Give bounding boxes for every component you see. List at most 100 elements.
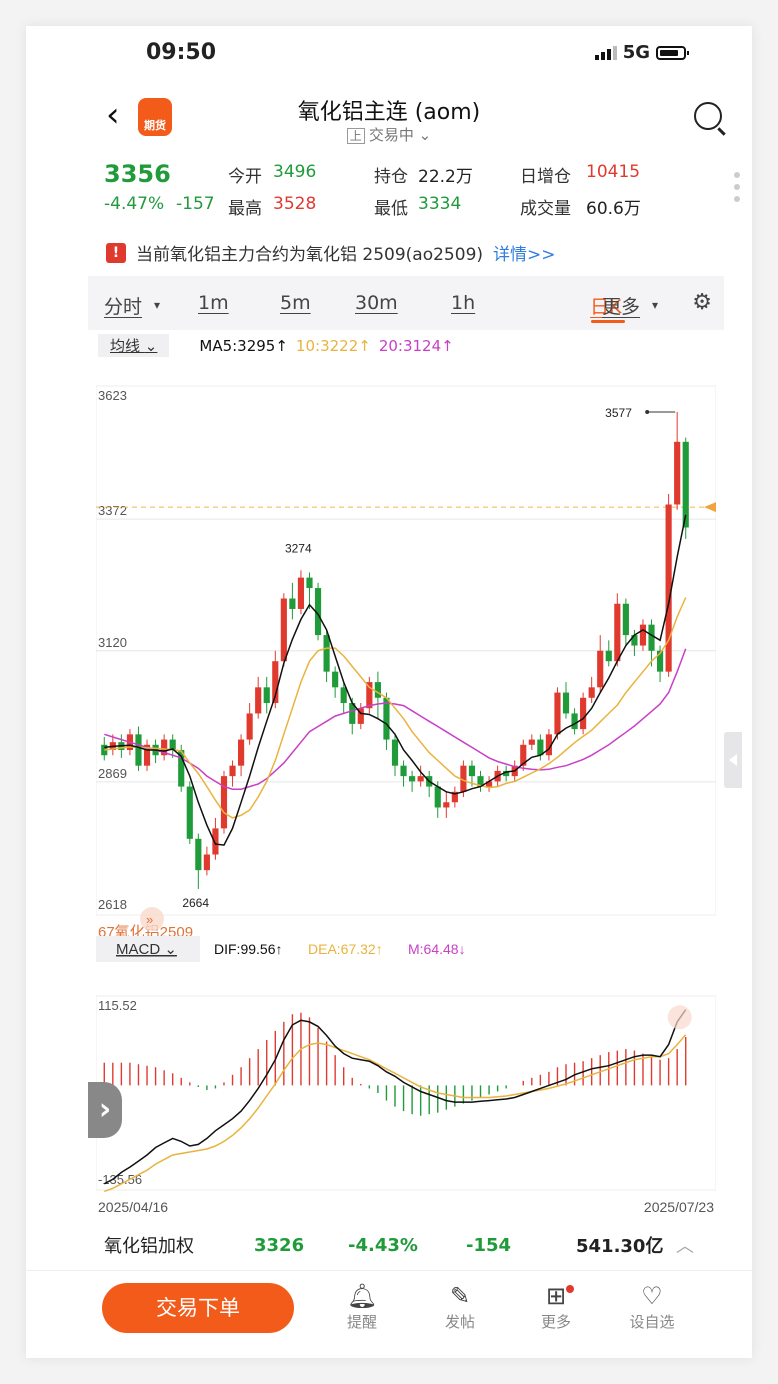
- x-start-label: 2025/04/16: [98, 1199, 168, 1215]
- tab-timeshare[interactable]: 分时: [104, 292, 142, 319]
- alert-label: 提醒: [346, 1313, 377, 1331]
- tab-1h[interactable]: 1h: [451, 292, 475, 314]
- candle-body: [263, 687, 270, 703]
- price-annotation: 3577: [605, 406, 632, 420]
- price-annotation: 3274: [285, 541, 312, 555]
- bottom-nav: 交易下单 🔔︎ 提醒 ✎ 发帖 ⊞ 更多 ♡ 设自选: [26, 1270, 752, 1358]
- oi-value: 22.2万: [418, 167, 473, 187]
- ma5-label: MA5:3295↑: [199, 336, 288, 355]
- weighted-pct: -4.43%: [348, 1234, 418, 1256]
- candle-body: [289, 598, 296, 609]
- high-value: 3528: [273, 194, 317, 214]
- candle-body: [246, 713, 253, 740]
- tab-1m[interactable]: 1m: [198, 292, 229, 314]
- candle-body: [203, 854, 210, 871]
- post-nav[interactable]: ✎ 发帖: [430, 1281, 490, 1332]
- m-label: M:64.48↓: [408, 941, 466, 957]
- post-label: 发帖: [444, 1313, 475, 1331]
- oi-change-label: 日增仓: [520, 167, 571, 187]
- oi-label: 持仓: [374, 167, 408, 187]
- change-value: -157: [176, 194, 215, 214]
- chevron-down-icon: ⌄: [418, 126, 432, 144]
- candle-body: [588, 687, 595, 698]
- bell-icon: 🔔︎: [346, 1282, 378, 1310]
- tab-5m[interactable]: 5m: [280, 292, 311, 314]
- compose-icon: ✎: [449, 1282, 471, 1310]
- search-icon[interactable]: [694, 102, 722, 130]
- ma-selector-label: 均线: [110, 337, 141, 355]
- watchlist-label: 设自选: [629, 1313, 675, 1331]
- expand-panel-button[interactable]: ›: [88, 1082, 122, 1138]
- candle-body: [280, 598, 287, 662]
- volume-value: 60.6万: [586, 199, 641, 219]
- candle-body: [434, 786, 441, 808]
- weighted-change: -154: [466, 1234, 512, 1256]
- weighted-name: 氧化铝加权: [104, 1236, 194, 1257]
- candle-body: [528, 739, 535, 745]
- tab-30m[interactable]: 30m: [355, 292, 398, 314]
- weighted-index-row[interactable]: 氧化铝加权 3326 -4.43% -154 541.30亿 ︿: [104, 1232, 724, 1258]
- caret-icon: ▾: [154, 298, 161, 312]
- candle-body: [186, 786, 193, 839]
- settings-gear-icon[interactable]: ⚙: [692, 290, 712, 315]
- heart-list-icon: ♡: [641, 1282, 663, 1310]
- grid-icon: ⊞: [545, 1282, 567, 1310]
- candle-body: [383, 697, 390, 740]
- open-value: 3496: [273, 162, 317, 182]
- tab-more[interactable]: 更多: [602, 292, 640, 319]
- dea-label: DEA:67.32↑: [308, 941, 383, 957]
- network-label: 5G: [622, 42, 650, 63]
- candle-body: [195, 838, 202, 871]
- candle-body: [597, 650, 604, 688]
- active-tab-indicator: [591, 320, 625, 323]
- dif-label: DIF:99.56↑: [214, 941, 282, 957]
- candle-body: [135, 734, 142, 766]
- page-title: 氧化铝主连 (aom): [297, 100, 481, 125]
- volume-label: 成交量: [520, 199, 571, 219]
- candle-body: [340, 687, 347, 703]
- macd-panel-frame: [96, 995, 716, 1191]
- candle-body: [580, 697, 587, 730]
- main-contract-notice[interactable]: ! 当前氧化铝主力合约为氧化铝 2509(ao2509) 详情>>: [106, 240, 556, 265]
- candle-body: [639, 624, 647, 646]
- more-nav[interactable]: ⊞ 更多: [526, 1281, 586, 1332]
- y-tick-label: 3372: [98, 503, 127, 518]
- trading-status[interactable]: 上交易中 ⌄: [26, 124, 752, 145]
- candle-body: [554, 692, 561, 735]
- kline-chart[interactable]: 3623337231202869261835773274266467氧化铝250…: [96, 358, 716, 1220]
- notification-dot: [566, 1285, 574, 1293]
- weighted-amount: 541.30亿: [576, 1236, 664, 1257]
- price-annotation: 2664: [182, 896, 209, 910]
- candle-body: [682, 441, 689, 528]
- candle-body: [374, 682, 381, 698]
- candle-body: [212, 828, 219, 855]
- exchange-badge: 上: [346, 128, 365, 144]
- weighted-price: 3326: [254, 1234, 305, 1256]
- candle-body: [674, 441, 681, 505]
- ma-selector-button[interactable]: 均线 ⌄: [98, 334, 170, 357]
- candle-body: [323, 635, 330, 672]
- macd-signal-badge: [667, 1005, 692, 1030]
- candle-body: [468, 765, 476, 777]
- candle-body: [622, 603, 629, 636]
- oi-change-value: 10415: [586, 162, 641, 182]
- candle-body: [409, 776, 416, 782]
- chart-collapse-handle[interactable]: [724, 732, 742, 788]
- signal-icon: [594, 45, 617, 60]
- candle-body: [220, 776, 228, 829]
- candle-body: [562, 692, 570, 714]
- y-tick-label: 3623: [98, 388, 127, 403]
- more-dots-icon[interactable]: [734, 172, 740, 208]
- candle-body: [297, 577, 305, 609]
- high-label: 最高: [228, 199, 262, 219]
- notice-detail-link[interactable]: 详情>>: [493, 240, 556, 265]
- candle-body: [229, 765, 236, 777]
- alert-nav[interactable]: 🔔︎ 提醒: [332, 1281, 392, 1332]
- status-bar-right: 5G: [594, 42, 689, 63]
- chevron-up-icon[interactable]: ︿: [676, 1232, 694, 1258]
- watchlist-nav[interactable]: ♡ 设自选: [622, 1281, 682, 1332]
- ma-legend: 均线 ⌄ MA5:3295↑ 10:3222↑ 20:3124↑: [98, 334, 454, 357]
- low-value: 3334: [418, 194, 462, 214]
- trade-order-button[interactable]: 交易下单: [102, 1283, 294, 1333]
- candle-body: [391, 739, 399, 766]
